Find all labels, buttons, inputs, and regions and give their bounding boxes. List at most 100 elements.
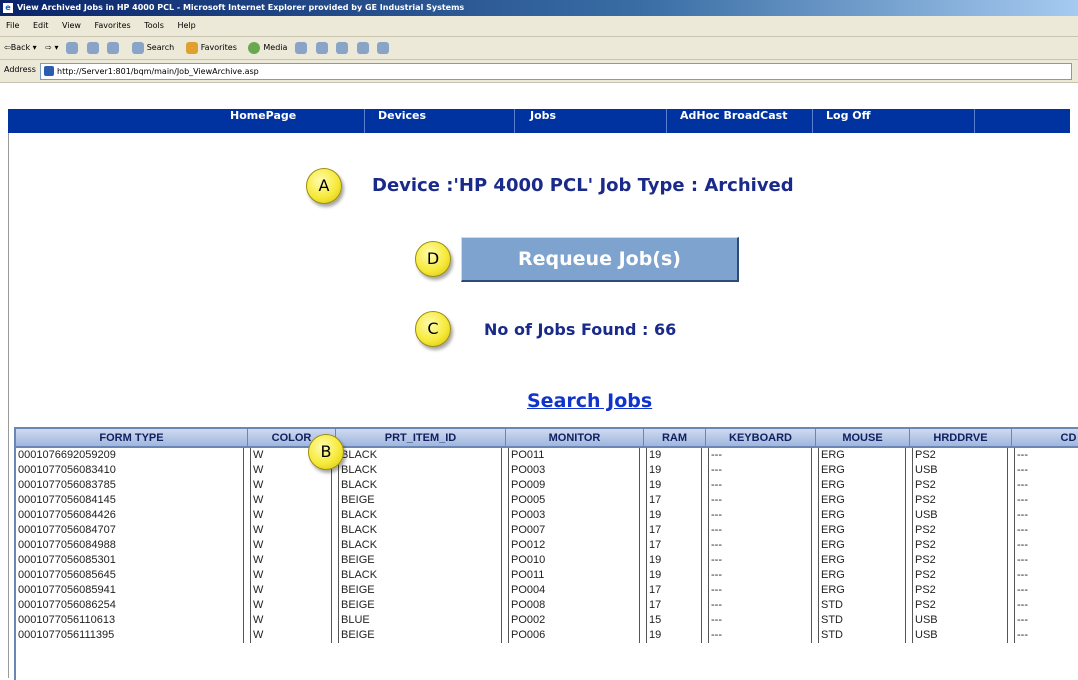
refresh-icon[interactable] bbox=[86, 41, 99, 54]
table-row[interactable]: 0001077056084988 W BLACK PO012 17 --- ERG PS2 --… bbox=[16, 538, 1078, 553]
table-row[interactable]: 0001077056083785 W BLACK PO009 19 --- ERG PS2 --… bbox=[16, 478, 1078, 493]
nav-log-off[interactable]: Log Off bbox=[826, 109, 871, 133]
table-cell: BEIGE bbox=[336, 598, 506, 613]
cell-value: W bbox=[250, 478, 332, 493]
table-cell: W bbox=[248, 553, 336, 568]
cell-value: 17 bbox=[646, 523, 702, 538]
cell-value: PS2 bbox=[912, 553, 1008, 568]
cell-value: 19 bbox=[646, 478, 702, 493]
column-header: PRT_ITEM_ID bbox=[336, 429, 506, 448]
table-cell: --- bbox=[706, 538, 816, 553]
cell-value: --- bbox=[1014, 478, 1078, 493]
home-icon[interactable] bbox=[107, 41, 120, 54]
favorites-button[interactable]: Favorites bbox=[183, 37, 237, 59]
table-row[interactable]: 0001077056111395 W BEIGE PO006 19 --- STD USB --… bbox=[16, 628, 1078, 643]
table-cell: BEIGE bbox=[336, 493, 506, 508]
menu-favorites[interactable]: Favorites bbox=[95, 21, 131, 30]
cell-value: PS2 bbox=[912, 598, 1008, 613]
cell-value: --- bbox=[708, 553, 812, 568]
table-row[interactable]: 0001077056085301 W BEIGE PO010 19 --- ERG PS2 --… bbox=[16, 553, 1078, 568]
table-cell: USB bbox=[910, 628, 1012, 643]
cell-value: BLACK bbox=[338, 523, 502, 538]
table-cell: PS2 bbox=[910, 568, 1012, 583]
history-icon[interactable] bbox=[294, 41, 307, 54]
table-cell: W bbox=[248, 493, 336, 508]
mail-icon[interactable] bbox=[315, 41, 328, 54]
table-row[interactable]: 0001076692059209 W BLACK PO011 19 --- ERG PS2 --… bbox=[16, 448, 1078, 463]
table-cell: W bbox=[248, 523, 336, 538]
table-cell: ERG bbox=[816, 568, 910, 583]
column-header: KEYBOARD bbox=[706, 429, 816, 448]
table-cell: 0001077056085941 bbox=[16, 583, 248, 598]
callout-b: B bbox=[308, 434, 344, 470]
media-button[interactable]: Media bbox=[245, 37, 287, 59]
table-cell: --- bbox=[1012, 613, 1078, 628]
print-icon[interactable] bbox=[336, 41, 349, 54]
requeue-jobs-button[interactable]: Requeue Job(s) bbox=[461, 237, 739, 282]
table-cell: 19 bbox=[644, 508, 706, 523]
cell-value: USB bbox=[912, 628, 1008, 643]
table-row[interactable]: 0001077056085941 W BEIGE PO004 17 --- ERG PS2 --… bbox=[16, 583, 1078, 598]
edit-icon[interactable] bbox=[356, 41, 369, 54]
menu-edit[interactable]: Edit bbox=[33, 21, 49, 30]
back-button[interactable]: ⇦Back ▾ bbox=[4, 37, 37, 59]
search-jobs-link[interactable]: Search Jobs bbox=[527, 390, 652, 412]
table-cell: 0001077056084426 bbox=[16, 508, 248, 523]
table-row[interactable]: 0001077056086254 W BEIGE PO008 17 --- STD PS2 --… bbox=[16, 598, 1078, 613]
column-header: RAM bbox=[644, 429, 706, 448]
table-cell: --- bbox=[706, 448, 816, 463]
column-header: FORM TYPE bbox=[16, 429, 248, 448]
table-cell: --- bbox=[706, 568, 816, 583]
forward-button[interactable]: ⇨ ▾ bbox=[45, 37, 58, 59]
table-row[interactable]: 0001077056083410 W BLACK PO003 19 --- ERG USB --… bbox=[16, 463, 1078, 478]
menu-file[interactable]: File bbox=[6, 21, 19, 30]
menu-view[interactable]: View bbox=[62, 21, 81, 30]
table-cell: W bbox=[248, 508, 336, 523]
cell-value: PS2 bbox=[912, 523, 1008, 538]
table-cell: --- bbox=[706, 478, 816, 493]
cell-value: 19 bbox=[646, 628, 702, 643]
cell-value: --- bbox=[1014, 538, 1078, 553]
table-row[interactable]: 0001077056084426 W BLACK PO003 19 --- ERG USB --… bbox=[16, 508, 1078, 523]
table-row[interactable]: 0001077056084707 W BLACK PO007 17 --- ERG PS2 --… bbox=[16, 523, 1078, 538]
cell-value: W bbox=[250, 598, 332, 613]
cell-value: ERG bbox=[818, 448, 906, 463]
nav-adhoc-broadcast[interactable]: AdHoc BroadCast bbox=[680, 109, 787, 133]
menu-tools[interactable]: Tools bbox=[144, 21, 164, 30]
table-row[interactable]: 0001077056084145 W BEIGE PO005 17 --- ERG PS2 --… bbox=[16, 493, 1078, 508]
nav-devices[interactable]: Devices bbox=[378, 109, 426, 133]
table-cell: 0001077056085645 bbox=[16, 568, 248, 583]
table-row[interactable]: 0001077056085645 W BLACK PO011 19 --- ERG PS2 --… bbox=[16, 568, 1078, 583]
address-input[interactable]: http://Server1:801/bqm/main/Job_ViewArch… bbox=[40, 63, 1072, 80]
stop-icon[interactable] bbox=[66, 41, 79, 54]
table-cell: 19 bbox=[644, 463, 706, 478]
search-button[interactable]: Search bbox=[129, 37, 174, 59]
table-cell: ERG bbox=[816, 493, 910, 508]
cell-value: PO011 bbox=[508, 568, 640, 583]
discuss-icon[interactable] bbox=[377, 41, 390, 54]
cell-value: --- bbox=[1014, 463, 1078, 478]
cell-value: 0001077056110613 bbox=[16, 613, 244, 628]
cell-value: 15 bbox=[646, 613, 702, 628]
table-cell: 19 bbox=[644, 448, 706, 463]
window-title: View Archived Jobs in HP 4000 PCL - Micr… bbox=[17, 3, 465, 12]
table-cell: ERG bbox=[816, 448, 910, 463]
table-cell: STD bbox=[816, 598, 910, 613]
cell-value: 0001077056085301 bbox=[16, 553, 244, 568]
nav-divider bbox=[666, 109, 667, 133]
cell-value: PO004 bbox=[508, 583, 640, 598]
cell-value: W bbox=[250, 493, 332, 508]
nav-homepage[interactable]: HomePage bbox=[230, 109, 296, 133]
cell-value: --- bbox=[708, 568, 812, 583]
nav-jobs[interactable]: Jobs bbox=[530, 109, 556, 133]
table-cell: --- bbox=[706, 523, 816, 538]
cell-value: ERG bbox=[818, 568, 906, 583]
table-cell: 0001077056084707 bbox=[16, 523, 248, 538]
menu-help[interactable]: Help bbox=[177, 21, 195, 30]
table-cell: 19 bbox=[644, 553, 706, 568]
cell-value: ERG bbox=[818, 538, 906, 553]
nav-divider bbox=[514, 109, 515, 133]
table-cell: ERG bbox=[816, 553, 910, 568]
page-icon bbox=[44, 66, 54, 76]
table-row[interactable]: 0001077056110613 W BLUE PO002 15 --- STD USB --- bbox=[16, 613, 1078, 628]
